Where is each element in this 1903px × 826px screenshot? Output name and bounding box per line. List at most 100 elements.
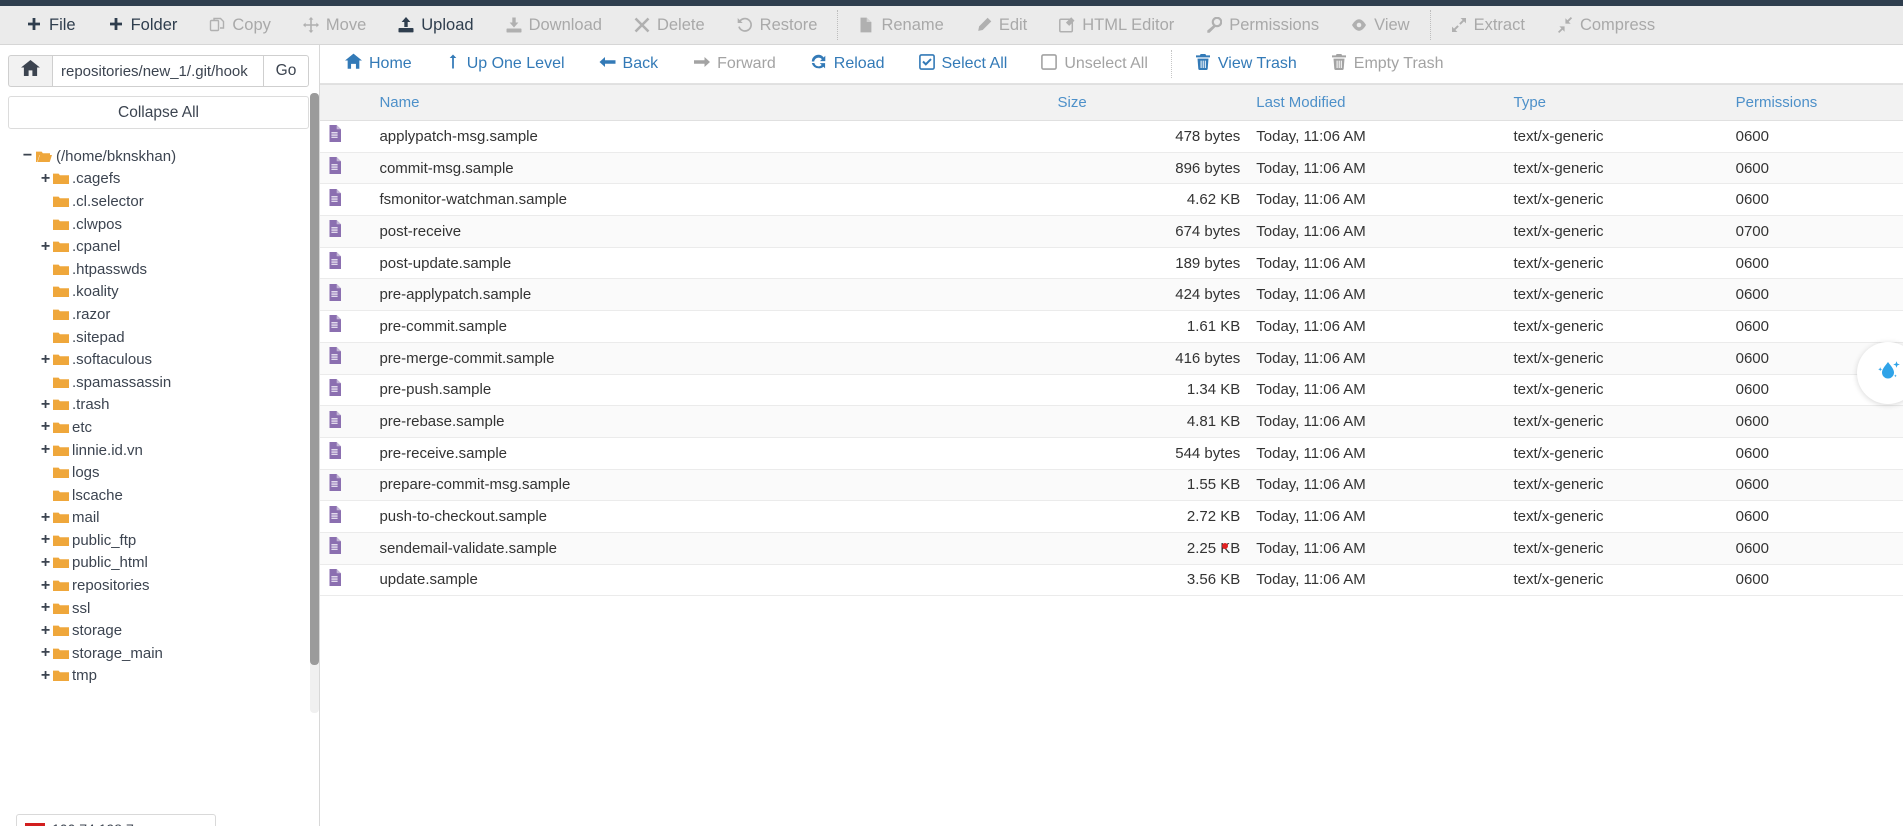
tree-item-lscache[interactable]: lscache — [8, 484, 309, 507]
expand-plus-icon[interactable]: + — [38, 532, 53, 548]
table-row[interactable]: update.sample 3.56 KB Today, 11:06 AM text/… — [320, 564, 1903, 597]
file-name-cell[interactable]: pre-applypatch.sample — [371, 278, 1050, 312]
nav-item-select-all[interactable]: Select All — [902, 45, 1025, 84]
tree-item-.softaculous[interactable]: + .softaculous — [8, 348, 309, 371]
toolbar-item-file[interactable]: File — [10, 6, 92, 45]
tree-item-logs[interactable]: logs — [8, 461, 309, 484]
table-row[interactable]: post-receive 674 bytes Today, 11:06 AM text… — [320, 215, 1903, 248]
file-name-cell[interactable]: push-to-checkout.sample — [371, 500, 1050, 533]
file-name-link[interactable]: pre-commit.sample — [379, 318, 507, 335]
tree-item-repositories[interactable]: + repositories — [8, 574, 309, 597]
file-name-link[interactable]: update.sample — [379, 571, 477, 588]
tree-item-storage[interactable]: + storage — [8, 619, 309, 642]
nav-item-home[interactable]: Home — [328, 45, 429, 84]
home-icon-button[interactable] — [8, 55, 52, 87]
file-name-cell[interactable]: post-update.sample — [371, 247, 1050, 280]
table-row[interactable]: post-update.sample 189 bytes Today, 11:06 … — [320, 247, 1903, 280]
file-name-link[interactable]: post-receive — [379, 223, 461, 240]
expand-plus-icon[interactable]: + — [38, 554, 53, 571]
tree-item-public_html[interactable]: + public_html — [8, 552, 309, 575]
file-name-link[interactable]: applypatch-msg.sample — [379, 128, 537, 145]
nav-item-up-one-level[interactable]: Up One Level — [429, 45, 582, 84]
table-row[interactable]: pre-rebase.sample 4.81 KB Today, 11:06 AM t… — [320, 405, 1903, 438]
file-name-link[interactable]: fsmonitor-watchman.sample — [379, 191, 567, 208]
file-name-cell[interactable]: pre-merge-commit.sample — [371, 342, 1050, 375]
col-header-size[interactable]: Size — [1049, 84, 1249, 121]
tree-item-etc[interactable]: + etc — [8, 416, 309, 439]
expand-plus-icon[interactable]: + — [38, 351, 53, 368]
tree-item-.htpasswds[interactable]: .htpasswds — [8, 258, 309, 281]
file-name-link[interactable]: push-to-checkout.sample — [379, 508, 547, 525]
nav-item-view-trash[interactable]: View Trash — [1178, 45, 1314, 84]
file-name-link[interactable]: pre-receive.sample — [379, 445, 507, 462]
file-name-cell[interactable]: pre-rebase.sample — [371, 405, 1050, 438]
tree-item-tmp[interactable]: + tmp — [8, 665, 309, 688]
file-name-cell[interactable]: fsmonitor-watchman.sample — [371, 183, 1050, 217]
expand-plus-icon[interactable]: + — [38, 170, 53, 187]
file-name-link[interactable]: pre-rebase.sample — [379, 413, 504, 430]
file-name-cell[interactable]: post-receive — [371, 215, 1050, 248]
sidebar-scrollbar[interactable] — [310, 93, 319, 713]
tree-item-.spamassassin[interactable]: .spamassassin — [8, 371, 309, 394]
tree-item-.clwpos[interactable]: .clwpos — [8, 213, 309, 236]
file-name-link[interactable]: sendemail-validate.sample — [379, 540, 557, 557]
table-row[interactable]: applypatch-msg.sample 478 bytes Today, 11:… — [320, 120, 1903, 153]
table-row[interactable]: pre-merge-commit.sample 416 bytes Today, 1… — [320, 342, 1903, 375]
table-row[interactable]: prepare-commit-msg.sample 1.55 KB Today, 1… — [320, 469, 1903, 502]
path-input[interactable] — [52, 55, 263, 87]
tree-item-public_ftp[interactable]: + public_ftp — [8, 529, 309, 552]
file-name-cell[interactable]: sendemail-validate.sample — [371, 532, 1050, 565]
tree-item-storage_main[interactable]: + storage_main — [8, 642, 309, 665]
tree-item-.sitepad[interactable]: .sitepad — [8, 326, 309, 349]
expand-plus-icon[interactable]: + — [38, 442, 53, 458]
tree-item-.cagefs[interactable]: + .cagefs — [8, 168, 309, 191]
nav-item-back[interactable]: Back — [582, 45, 676, 84]
expand-plus-icon[interactable]: + — [38, 238, 53, 255]
file-name-link[interactable]: commit-msg.sample — [379, 160, 513, 177]
tree-item-.trash[interactable]: + .trash — [8, 394, 309, 417]
tree-item-ssl[interactable]: + ssl — [8, 597, 309, 620]
expand-plus-icon[interactable]: + — [38, 600, 53, 616]
expand-plus-icon[interactable]: + — [38, 622, 53, 639]
expand-plus-icon[interactable]: + — [38, 509, 53, 526]
tree-item-linnie.id.vn[interactable]: + linnie.id.vn — [8, 439, 309, 462]
table-row[interactable]: pre-commit.sample 1.61 KB Today, 11:06 AM t… — [320, 310, 1903, 343]
tree-item-.cpanel[interactable]: + .cpanel — [8, 235, 309, 258]
expand-plus-icon[interactable]: + — [38, 577, 53, 594]
table-row[interactable]: pre-receive.sample 544 bytes Today, 11:06 … — [320, 437, 1903, 470]
tree-item-.razor[interactable]: .razor — [8, 303, 309, 326]
toolbar-item-upload[interactable]: Upload — [382, 6, 489, 45]
table-row[interactable]: sendemail-validate.sample 2.25 KB Today, 1… — [320, 532, 1903, 565]
file-name-cell[interactable]: pre-commit.sample — [371, 310, 1050, 343]
toolbar-item-folder[interactable]: Folder — [92, 6, 194, 45]
expand-plus-icon[interactable]: + — [38, 645, 53, 661]
file-name-link[interactable]: post-update.sample — [379, 255, 511, 272]
nav-item-reload[interactable]: Reload — [793, 45, 902, 84]
tree-item-mail[interactable]: + mail — [8, 507, 309, 530]
file-name-cell[interactable]: pre-receive.sample — [371, 437, 1050, 470]
file-name-cell[interactable]: pre-push.sample — [371, 374, 1050, 407]
go-button[interactable]: Go — [263, 55, 309, 87]
expand-plus-icon[interactable]: + — [38, 419, 53, 435]
table-row[interactable]: pre-applypatch.sample 424 bytes Today, 11:… — [320, 278, 1903, 312]
table-row[interactable]: pre-push.sample 1.34 KB Today, 11:06 AM tex… — [320, 374, 1903, 407]
file-name-cell[interactable]: prepare-commit-msg.sample — [371, 469, 1050, 502]
collapse-all-button[interactable]: Collapse All — [8, 96, 309, 129]
col-header-permissions[interactable]: Permissions — [1727, 84, 1903, 121]
tree-item-home-bknskhan[interactable]: − (/home/bknskhan) — [8, 145, 309, 168]
table-row[interactable]: push-to-checkout.sample 2.72 KB Today, 11:… — [320, 500, 1903, 533]
col-header-type[interactable]: Type — [1505, 84, 1728, 121]
tree-item-.koality[interactable]: .koality — [8, 281, 309, 304]
file-name-link[interactable]: prepare-commit-msg.sample — [379, 476, 570, 493]
tree-item-.cl.selector[interactable]: .cl.selector — [8, 190, 309, 213]
table-row[interactable]: commit-msg.sample 896 bytes Today, 11:06 A… — [320, 152, 1903, 185]
collapse-minus-icon[interactable]: − — [20, 148, 35, 164]
col-header-name[interactable]: Name — [371, 84, 1050, 121]
file-name-cell[interactable]: applypatch-msg.sample — [371, 120, 1050, 153]
expand-plus-icon[interactable]: + — [38, 667, 53, 684]
bottom-notification[interactable]: 100.74.198.7 — [16, 814, 216, 826]
expand-plus-icon[interactable]: + — [38, 396, 53, 413]
table-row[interactable]: fsmonitor-watchman.sample 4.62 KB Today, 1… — [320, 183, 1903, 217]
file-name-link[interactable]: pre-merge-commit.sample — [379, 350, 554, 367]
sidebar-scrollbar-thumb[interactable] — [310, 93, 319, 665]
